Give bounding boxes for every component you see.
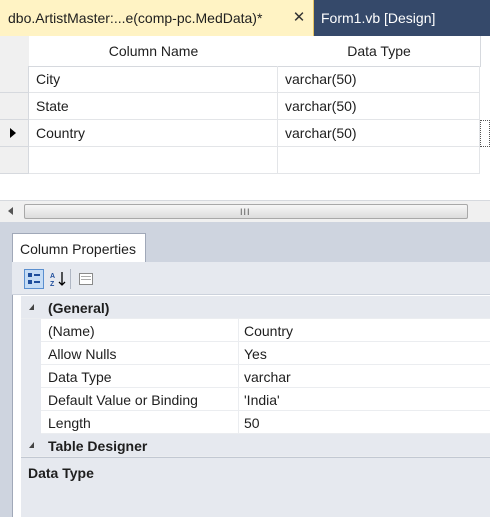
data-type-cell[interactable]: varchar(50) xyxy=(278,93,480,120)
column-name-header[interactable]: Column Name xyxy=(29,36,279,67)
row-gutter xyxy=(21,388,41,411)
row-gutter xyxy=(21,342,41,365)
scroll-left-icon[interactable] xyxy=(8,207,13,215)
column-name-cell[interactable]: State xyxy=(29,93,278,120)
data-type-cell[interactable]: varchar(50) xyxy=(278,66,480,93)
property-row-data-type[interactable]: Data Type varchar xyxy=(21,365,490,388)
row-selector[interactable] xyxy=(0,120,29,147)
table-row[interactable]: Country varchar(50) xyxy=(0,120,490,147)
data-type-cell[interactable] xyxy=(278,147,480,174)
tab-column-properties[interactable]: Column Properties xyxy=(12,233,146,263)
alphabetical-button[interactable]: A Z xyxy=(48,269,68,289)
row-gutter xyxy=(21,411,41,434)
column-name-cell[interactable]: Country xyxy=(29,120,278,147)
property-description-pane: Data Type xyxy=(21,457,490,517)
category-label: Table Designer xyxy=(48,437,148,454)
category-table-designer[interactable]: Table Designer xyxy=(21,434,490,457)
property-row-name[interactable]: (Name) Country xyxy=(21,319,490,342)
tab-label: dbo.ArtistMaster:...e(comp-pc.MedData)* xyxy=(8,10,263,26)
column-divider xyxy=(238,411,239,434)
category-general[interactable]: (General) xyxy=(21,296,490,319)
row-selector[interactable] xyxy=(0,147,29,174)
categorized-icon xyxy=(28,273,40,284)
data-type-cell[interactable]: varchar(50) xyxy=(278,120,480,147)
column-divider xyxy=(238,342,239,365)
tab-form1-design[interactable]: Form1.vb [Design] xyxy=(314,0,490,36)
document-tab-strip: dbo.ArtistMaster:...e(comp-pc.MedData)* … xyxy=(0,0,490,36)
property-name: Allow Nulls xyxy=(48,345,117,362)
row-selector[interactable] xyxy=(0,93,29,120)
scrollbar-thumb[interactable]: III xyxy=(24,204,468,219)
collapse-icon[interactable] xyxy=(29,442,34,448)
property-value[interactable]: Country xyxy=(244,319,293,342)
scrollbar-grip: III xyxy=(240,207,251,217)
horizontal-scrollbar[interactable]: III xyxy=(0,200,490,222)
tab-artist-master[interactable]: dbo.ArtistMaster:...e(comp-pc.MedData)* … xyxy=(0,0,314,36)
column-divider xyxy=(238,365,239,388)
property-pages-button[interactable] xyxy=(76,269,96,289)
table-row[interactable]: State varchar(50) xyxy=(0,93,490,120)
property-value[interactable]: varchar xyxy=(244,365,291,388)
property-pages-icon xyxy=(79,273,93,285)
column-name-cell[interactable] xyxy=(29,147,278,174)
column-name-cell[interactable]: City xyxy=(29,66,278,93)
collapse-icon[interactable] xyxy=(29,304,34,310)
property-name: (Name) xyxy=(48,322,95,339)
property-grid-toolbar: A Z xyxy=(12,262,490,295)
row-header-corner xyxy=(0,36,30,67)
property-value[interactable]: Yes xyxy=(244,342,267,365)
property-value[interactable]: 'India' xyxy=(244,388,280,411)
row-gutter xyxy=(21,319,41,342)
svg-text:Z: Z xyxy=(50,281,55,287)
table-row-new[interactable] xyxy=(0,147,490,174)
allow-nulls-cell[interactable] xyxy=(480,120,490,147)
alphabetical-sort-icon: A Z xyxy=(50,272,66,287)
close-icon[interactable]: ✕ xyxy=(290,8,308,26)
property-name: Default Value or Binding xyxy=(48,391,198,408)
row-selector[interactable] xyxy=(0,66,29,93)
property-row-allow-nulls[interactable]: Allow Nulls Yes xyxy=(21,342,490,365)
table-row[interactable]: City varchar(50) xyxy=(0,66,490,93)
description-title: Data Type xyxy=(28,465,94,481)
property-value[interactable]: 50 xyxy=(244,411,260,434)
property-name: Data Type xyxy=(48,368,112,385)
property-row-default-value[interactable]: Default Value or Binding 'India' xyxy=(21,388,490,411)
column-divider xyxy=(238,319,239,342)
svg-text:A: A xyxy=(50,273,55,280)
current-row-arrow-icon xyxy=(10,128,16,138)
category-label: (General) xyxy=(48,299,110,316)
table-designer-grid: Column Name Data Type City varchar(50) S… xyxy=(0,36,490,200)
property-name: Length xyxy=(48,414,91,431)
property-row-length[interactable]: Length 50 xyxy=(21,411,490,434)
toolbar-separator xyxy=(70,269,71,289)
row-gutter xyxy=(21,365,41,388)
tab-label: Form1.vb [Design] xyxy=(321,10,436,26)
data-type-header[interactable]: Data Type xyxy=(278,36,481,67)
categorized-button[interactable] xyxy=(24,269,44,289)
column-divider xyxy=(238,388,239,411)
